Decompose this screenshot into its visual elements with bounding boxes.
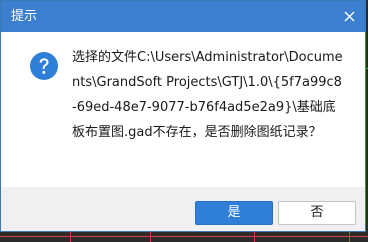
background-grid-line xyxy=(349,232,350,242)
no-button[interactable]: 否 xyxy=(278,201,356,225)
dialog-content: 选择的文件C:\Users\Administrator\Documents\Gr… xyxy=(1,32,365,187)
close-button[interactable] xyxy=(339,5,361,27)
background-grid-line xyxy=(150,232,151,242)
dialog-title: 提示 xyxy=(11,9,38,24)
close-icon xyxy=(344,11,355,22)
dialog-button-row: 是 否 xyxy=(1,187,365,231)
dialog-titlebar[interactable]: 提示 xyxy=(1,1,365,32)
question-icon xyxy=(30,52,58,80)
yes-button[interactable]: 是 xyxy=(195,201,273,225)
background-grid-line xyxy=(70,232,71,242)
dialog-message: 选择的文件C:\Users\Administrator\Documents\Gr… xyxy=(72,50,343,140)
confirm-dialog: 提示 选择的文件C:\Users\Administrator\Documents… xyxy=(0,0,366,232)
background-grid-line xyxy=(254,232,255,242)
background-grid-line xyxy=(0,236,368,237)
